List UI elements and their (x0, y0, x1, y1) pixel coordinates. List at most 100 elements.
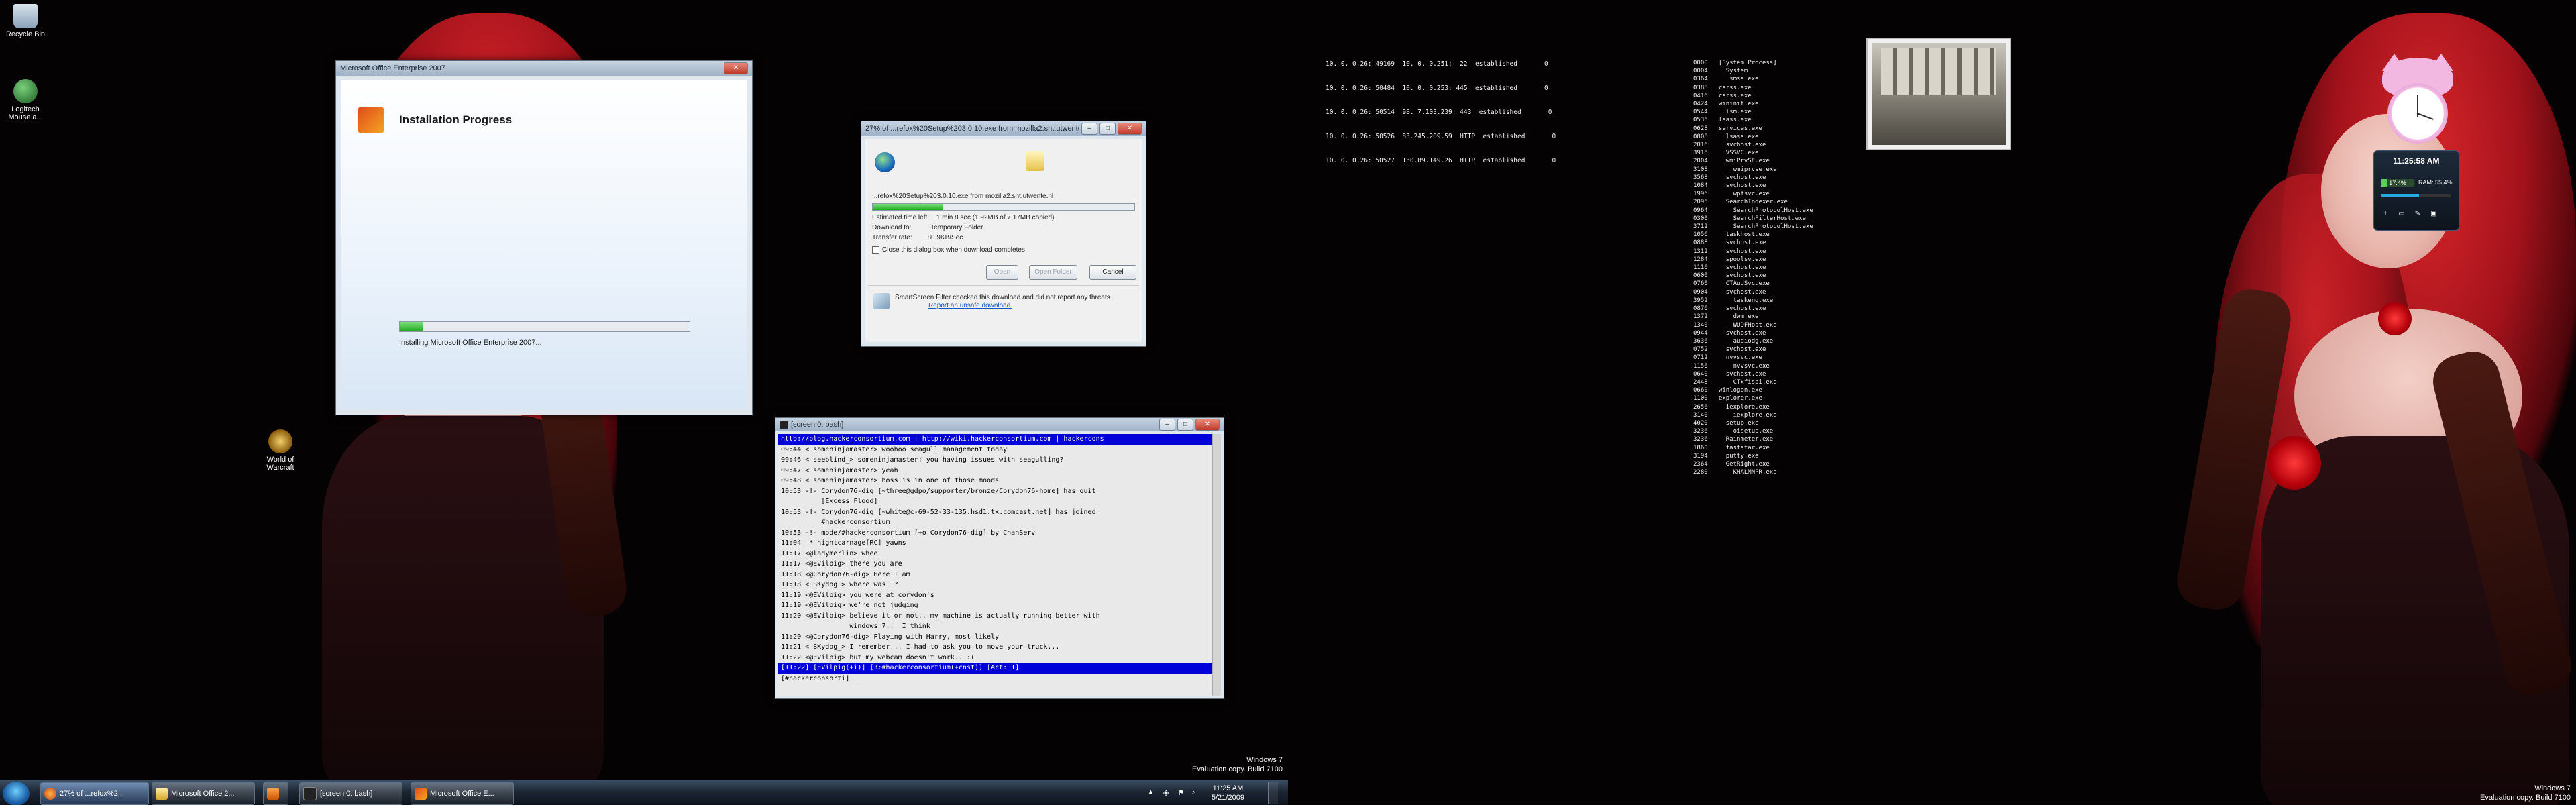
terminal-scrollbar[interactable] (1212, 434, 1221, 696)
desktop-icon-world-of-warcraft[interactable]: World of Warcraft (260, 429, 301, 472)
divider (868, 285, 1139, 286)
office-install-titlebar[interactable]: Microsoft Office Enterprise 2007 ✕ (336, 61, 752, 76)
maximize-button[interactable]: □ (1177, 419, 1193, 431)
row-label: Download to: (872, 224, 912, 231)
wallpaper-rose (2378, 302, 2412, 335)
irc-line: 10:53 -!- mode/#hackerconsortium [+o Cor… (781, 529, 1036, 537)
irc-line: 09:44 < someninjamaster> woohoo seagull … (781, 445, 1008, 453)
irc-topic: http://blog.hackerconsortium.com | http:… (778, 434, 1212, 445)
install-progress-bar (399, 321, 690, 332)
row-download-to: Download to: Temporary Folder (872, 224, 983, 231)
irc-line: 11:04 * nightcarnage[RC] yawns (781, 539, 906, 547)
process-entry: 1084 svchost.exe (1693, 182, 1766, 190)
process-entry: 2096 SearchIndexer.exe (1693, 199, 1788, 206)
irc-line: 10:53 -!- Corydon76-dig [~three@gdpo/sup… (781, 487, 1096, 495)
smartscreen-text: SmartScreen Filter checked this download… (895, 294, 1112, 301)
globe-icon (875, 152, 895, 172)
cat-clock-gadget[interactable] (2378, 54, 2457, 148)
volume-icon[interactable]: ♪ (1191, 788, 1195, 796)
monitor-left: Recycle Bin Logitech Mouse a... World of… (0, 0, 1288, 805)
terminal-icon (780, 421, 788, 429)
open-folder-button[interactable]: Open Folder (1029, 265, 1077, 280)
window-title: [screen 0: bash] (791, 421, 844, 429)
folder-icon (156, 788, 168, 800)
watermark-line2: Evaluation copy. Build 7100 (1192, 765, 1283, 773)
minimize-button[interactable]: – (1081, 123, 1097, 135)
minimize-button[interactable]: – (1159, 419, 1175, 431)
taskbar-button-media[interactable] (263, 782, 288, 805)
office-install-window: Microsoft Office Enterprise 2007 ✕ Insta… (335, 60, 753, 415)
close-button[interactable]: ✕ (1118, 123, 1142, 135)
close-button[interactable]: ✕ (1195, 419, 1220, 431)
flag-icon[interactable]: ⚑ (1178, 788, 1185, 797)
process-entry: 4020 setup.exe (1693, 419, 1759, 427)
show-desktop-button[interactable] (1268, 782, 1278, 804)
lock-icon[interactable]: ▣ (2428, 210, 2440, 222)
show-hidden-icons-icon[interactable]: ▲ (1147, 788, 1155, 796)
process-entry: 0300 SearchFilterHost.exe (1693, 215, 1806, 222)
irc-input[interactable]: [#hackerconsorti] _ (778, 674, 1212, 684)
irc-line: windows 7.. I think (781, 623, 930, 630)
open-button[interactable]: Open (986, 265, 1018, 280)
process-entry: 1372 dwm.exe (1693, 313, 1759, 321)
taskbar-button-office[interactable]: Microsoft Office 2... (152, 782, 255, 805)
taskbar-label: Microsoft Office E... (430, 790, 494, 798)
irc-line: 11:18 <@Corydon76-dig> Here I am (781, 570, 910, 578)
process-entry: 0544 lsm.exe (1693, 109, 1752, 116)
maximize-button[interactable]: □ (1099, 123, 1116, 135)
irc-line: 09:46 < seeblind_> someninjamaster: you … (781, 456, 1064, 464)
irc-line: #hackerconsortium (781, 519, 890, 526)
desktop-icon-logitech[interactable]: Logitech Mouse a... (5, 79, 46, 121)
network-icon[interactable]: ◈ (1163, 788, 1169, 797)
start-button[interactable] (3, 782, 30, 805)
recycle-bin-icon (13, 4, 38, 28)
process-entry: 0424 wininit.exe (1693, 101, 1759, 108)
row-label: Transfer rate: (872, 234, 912, 241)
process-entry: 0640 svchost.exe (1693, 370, 1766, 378)
download-titlebar[interactable]: 27% of ...refox%20Setup%203.0.10.exe fro… (861, 121, 1146, 136)
close-when-done-checkbox[interactable]: Close this dialog box when download comp… (872, 246, 1025, 254)
desktop-icon-recycle-bin[interactable]: Recycle Bin (5, 4, 46, 38)
process-entry: 2364 GetRight.exe (1693, 460, 1770, 468)
taskbar-button-download[interactable]: 27% of ...refox%2... (40, 782, 149, 805)
taskbar-button-terminal[interactable]: [screen 0: bash] (299, 782, 402, 805)
irc-line: 11:21 < SKydog_> I remember... I had to … (781, 643, 1060, 651)
row-label: Estimated time left: (872, 214, 930, 221)
office-logo-icon (358, 107, 384, 133)
process-entry: 3952 taskeng.exe (1693, 297, 1774, 304)
desktop-icon-label: World of Warcraft (266, 455, 294, 472)
process-entry: 0628 services.exe (1693, 125, 1762, 132)
system-monitor-gadget[interactable]: 11:25:58 AM 17.4% RAM: 55.4% + ▭ ✎ ▣ (2373, 150, 2459, 231)
system-tray: ▲ ◈ ⚑ ♪ 11:25 AM 5/21/2009 (1147, 780, 1281, 805)
window-icon[interactable]: ▭ (2396, 210, 2408, 222)
add-icon[interactable]: + (2379, 210, 2392, 222)
download-progress-fill (873, 204, 944, 210)
process-entry: 0944 svchost.exe (1693, 329, 1766, 337)
taskbar-button-office-install[interactable]: Microsoft Office E... (411, 782, 514, 805)
checkbox-box[interactable] (872, 246, 879, 254)
desktop-icon-label: Logitech Mouse a... (8, 105, 43, 121)
report-unsafe-link[interactable]: Report an unsafe download. (928, 302, 1012, 309)
taskbar: 27% of ...refox%2... Microsoft Office 2.… (0, 780, 1288, 805)
process-entry: 3236 oisetup.exe (1693, 428, 1774, 435)
irc-line: 11:20 <@EVilpig> believe it or not.. my … (781, 612, 1100, 620)
webcam-gadget[interactable] (1866, 38, 2011, 150)
terminal-screen[interactable]: http://blog.hackerconsortium.com | http:… (778, 434, 1212, 696)
edit-icon[interactable]: ✎ (2412, 210, 2424, 222)
process-entry: 0904 svchost.exe (1693, 288, 1766, 296)
process-entry: 0364 smss.exe (1693, 76, 1759, 83)
terminal-titlebar[interactable]: [screen 0: bash] – □ ✕ (775, 418, 1224, 431)
process-entry: 2448 CTxfispi.exe (1693, 378, 1777, 386)
process-entry: 0004 System (1693, 68, 1748, 75)
process-entry: 0964 SearchProtocolHost.exe (1693, 207, 1813, 214)
gadget-progress (2381, 194, 2451, 197)
netstat-line: 10. 0. 0.26: 50484 10. 0. 0.253: 445 est… (1326, 85, 1548, 92)
irc-line: 11:17 <@EVilpig> there you are (781, 560, 902, 568)
gadget-progress-fill (2381, 194, 2420, 197)
process-entry: 3236 Rainmeter.exe (1693, 436, 1774, 443)
cancel-button[interactable]: Cancel (1089, 265, 1136, 280)
close-button[interactable]: ✕ (724, 62, 748, 74)
download-dialog: 27% of ...refox%20Setup%203.0.10.exe fro… (861, 121, 1146, 347)
terminal-window: [screen 0: bash] – □ ✕ http://blog.hacke… (775, 417, 1224, 699)
clock[interactable]: 11:25 AM 5/21/2009 (1212, 784, 1244, 802)
